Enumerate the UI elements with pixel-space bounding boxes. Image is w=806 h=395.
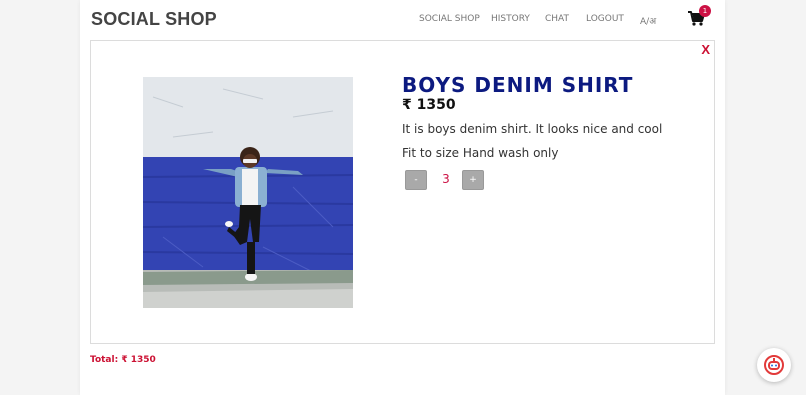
nav-history[interactable]: HISTORY	[491, 14, 530, 24]
nav-language-toggle[interactable]: A/अ	[640, 14, 656, 27]
product-price: ₹ 1350	[402, 97, 456, 113]
page-container: SOCIAL SHOP SOCIAL SHOP HISTORY CHAT LOG…	[80, 0, 725, 395]
product-title: BOYS DENIM SHIRT	[402, 73, 634, 97]
cart-button[interactable]: 1	[688, 5, 711, 29]
decrement-quantity-button[interactable]: -	[405, 170, 427, 190]
quantity-value: 3	[442, 172, 450, 186]
brand-logo[interactable]: SOCIAL SHOP	[91, 9, 217, 30]
product-details: Fit to size Hand wash only	[402, 146, 559, 160]
chat-bot-icon	[764, 355, 784, 375]
close-button[interactable]: X	[701, 42, 710, 57]
chatbot-button[interactable]	[757, 348, 791, 382]
nav-social-shop[interactable]: SOCIAL SHOP	[419, 14, 480, 24]
cart-count-badge: 1	[699, 5, 711, 17]
product-description: It is boys denim shirt. It looks nice an…	[402, 122, 663, 136]
product-detail-card: X BOYS DENIM SHIRT ₹ 1350 It is boys den…	[90, 40, 715, 344]
nav-logout[interactable]: LOGOUT	[586, 14, 624, 24]
product-image	[143, 77, 353, 308]
nav-chat[interactable]: CHAT	[545, 14, 569, 24]
cart-total: Total: ₹ 1350	[90, 355, 156, 365]
increment-quantity-button[interactable]: +	[462, 170, 484, 190]
